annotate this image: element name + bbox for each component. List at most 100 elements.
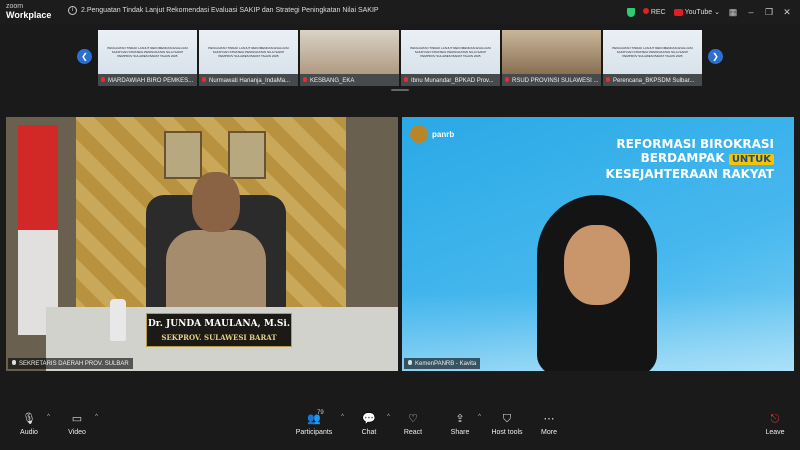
thumbnail-label: Nurmawati Harianja_IndaMa... (199, 74, 298, 86)
thumbnail-slide-text: PENGUATAN TINDAK LANJUT REKOMENDASI EVAL… (208, 46, 289, 58)
slogan-highlight: UNTUK (728, 154, 774, 165)
flag (18, 125, 58, 335)
share-label: Share (450, 429, 470, 436)
grid-view-icon[interactable]: ▦ (728, 7, 738, 18)
thumbnail-label: Perencana_BKPSDM Sulbar... (603, 74, 702, 86)
participants-count: 79 (317, 410, 324, 416)
thumbnail-video: PENGUATAN TINDAK LANJUT REKOMENDASI EVAL… (401, 30, 500, 74)
video-button[interactable]: ▭ Video ^ (54, 412, 100, 436)
chevron-down-icon: ⌄ (714, 9, 720, 16)
host-tools-button[interactable]: ⛉ Host tools (484, 412, 530, 436)
react-button[interactable]: ♡ React (390, 412, 436, 436)
mic-icon (408, 360, 412, 365)
host-tools-label: Host tools (491, 429, 523, 436)
participant-thumbnail[interactable]: KESBANG_EKA (300, 30, 399, 86)
youtube-icon (673, 8, 683, 16)
meeting-toolbar: 🎙 Audio ^ ▭ Video ^ 79 👥 Participants ^ … (0, 402, 800, 450)
thumbnail-slide-text: PENGUATAN TINDAK LANJUT REKOMENDASI EVAL… (410, 46, 491, 58)
participant-thumbnail[interactable]: PENGUATAN TINDAK LANJUT REKOMENDASI EVAL… (199, 30, 298, 86)
participant-name: MARDAWIAH BIRO PEMKES... (108, 78, 194, 84)
info-icon[interactable]: i (68, 6, 77, 15)
participant-name: RSUD PROVINSI SULAWESI ... (512, 78, 599, 84)
mic-icon (12, 360, 16, 365)
restore-button[interactable]: ❐ (764, 7, 774, 18)
participant-thumbnail[interactable]: RSUD PROVINSI SULAWESI ... (502, 30, 601, 86)
slogan-line-2: BERDAMPAK UNTUK (606, 151, 774, 167)
participants-icon: 👥 (307, 413, 321, 425)
mic-muted-icon (404, 77, 408, 82)
speaker-face (564, 225, 630, 305)
mic-muted-icon (202, 77, 206, 82)
participant-name: KESBANG_EKA (310, 78, 355, 84)
participants-button[interactable]: 79 👥 Participants ^ (290, 410, 344, 436)
chevron-up-icon[interactable]: ^ (95, 414, 98, 420)
panrb-logo: panrb (410, 125, 454, 143)
thumbnail-label: RSUD PROVINSI SULAWESI ... (502, 74, 601, 86)
share-screen-icon: ⇪ (455, 413, 465, 425)
participant-thumbnail[interactable]: PENGUATAN TINDAK LANJUT REKOMENDASI EVAL… (98, 30, 197, 86)
thumbnail-video: PENGUATAN TINDAK LANJUT REKOMENDASI EVAL… (603, 30, 702, 74)
thumbnail-video: PENGUATAN TINDAK LANJUT REKOMENDASI EVAL… (98, 30, 197, 74)
mic-muted-icon (101, 77, 105, 82)
video-tile-label: KemenPANRB - Kavita (404, 358, 481, 369)
chevron-up-icon[interactable]: ^ (341, 414, 344, 420)
participants-label: Participants (295, 429, 333, 436)
mic-muted-icon (303, 77, 307, 82)
participant-thumbnail[interactable]: PENGUATAN TINDAK LANJUT REKOMENDASI EVAL… (603, 30, 702, 86)
shield-icon[interactable] (626, 7, 635, 17)
speaker-head (192, 172, 240, 232)
nameplate-title: SEKPROV. SULAWESI BARAT (161, 333, 277, 342)
more-label: More (541, 429, 557, 436)
thumbnail-label: Ibnu Munandar_BPKAD Prov... (401, 74, 500, 86)
leave-label: Leave (765, 429, 785, 436)
more-button[interactable]: ⋯ More (526, 412, 572, 436)
chevron-up-icon[interactable]: ^ (478, 414, 481, 420)
strip-prev-button[interactable]: ❮ (77, 49, 92, 64)
thumbnail-slide-text: PENGUATAN TINDAK LANJUT REKOMENDASI EVAL… (612, 46, 693, 58)
panrb-logo-text: panrb (432, 129, 455, 139)
heart-icon: ♡ (408, 413, 418, 425)
slogan-line-3: KESEJAHTERAAN RAKYAT (605, 167, 774, 181)
camera-icon: ▭ (71, 413, 83, 425)
title-bar: zoom Workplace i 2.Penguatan Tindak Lanj… (0, 0, 800, 24)
nameplate-name: Dr. JUNDA MAULANA, M.Si. (148, 319, 290, 329)
more-icon: ⋯ (543, 413, 555, 425)
strip-next-button[interactable]: ❯ (708, 49, 723, 64)
participant-name: Perencana_BKPSDM Sulbar... (613, 78, 695, 84)
garuda-emblem-icon (410, 125, 428, 143)
chat-label: Chat (361, 429, 377, 436)
participant-name: Ibnu Munandar_BPKAD Prov... (411, 78, 494, 84)
youtube-stream-button[interactable]: YouTube ⌄ (673, 8, 720, 16)
leave-door-icon: ⎋ (770, 413, 780, 425)
video-tile-right[interactable]: panrb REFORMASI BIROKRASI BERDAMPAK UNTU… (402, 117, 794, 371)
close-button[interactable]: ✕ (782, 7, 792, 18)
slogan-line-1: REFORMASI BIROKRASI (616, 137, 774, 151)
brand-bottom: Workplace (6, 10, 52, 20)
youtube-label: YouTube (684, 8, 713, 16)
minimize-button[interactable]: – (746, 7, 756, 17)
share-button[interactable]: ⇪ Share ^ (437, 412, 483, 436)
background-slogan: REFORMASI BIROKRASI BERDAMPAK UNTUK KESE… (606, 137, 774, 181)
react-label: React (403, 429, 423, 436)
chat-button[interactable]: 💬 Chat ^ (346, 412, 392, 436)
strip-resize-handle[interactable] (391, 89, 409, 91)
participant-thumbnail[interactable]: PENGUATAN TINDAK LANJUT REKOMENDASI EVAL… (401, 30, 500, 86)
zoom-logo: zoom Workplace (6, 3, 52, 20)
audio-button[interactable]: 🎙 Audio ^ (6, 412, 52, 436)
participant-name: Nurmawati Harianja_IndaMa... (209, 78, 291, 84)
meeting-title[interactable]: i 2.Penguatan Tindak Lanjut Rekomendasi … (68, 6, 379, 15)
thumbnail-video: PENGUATAN TINDAK LANJUT REKOMENDASI EVAL… (199, 30, 298, 74)
video-tile-left[interactable]: Dr. JUNDA MAULANA, M.Si. SEKPROV. SULAWE… (6, 117, 398, 371)
chat-icon: 💬 (362, 413, 376, 425)
mic-muted-icon (606, 77, 610, 82)
nameplate: Dr. JUNDA MAULANA, M.Si. SEKPROV. SULAWE… (146, 313, 292, 347)
thumbnail-video (300, 30, 399, 74)
leave-button[interactable]: ⎋ Leave (752, 412, 798, 436)
recording-indicator[interactable]: REC (642, 8, 666, 16)
speaker-person (522, 195, 672, 371)
water-bottle (110, 299, 126, 341)
rec-label: REC (650, 9, 666, 16)
participant-name: SEKRETARIS DAERAH PROV. SULBAR (19, 361, 129, 367)
chevron-up-icon[interactable]: ^ (47, 414, 50, 420)
slogan-line-2a: BERDAMPAK (640, 151, 725, 165)
